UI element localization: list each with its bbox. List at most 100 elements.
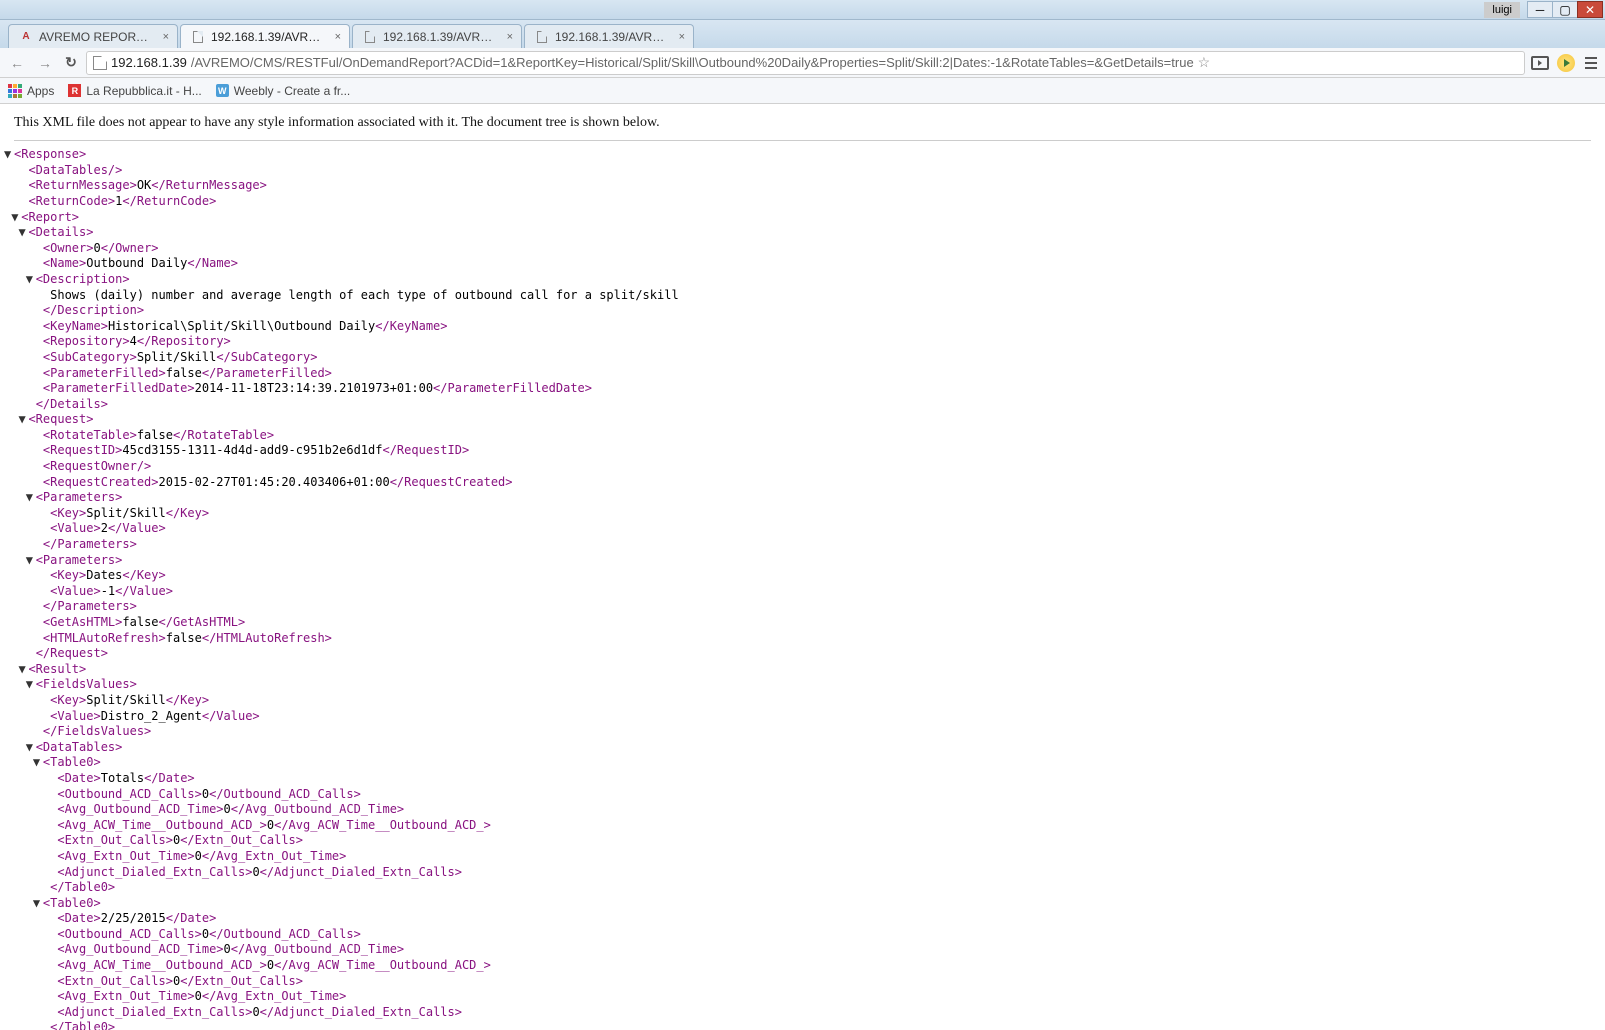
toggle-icon[interactable]: ▼ xyxy=(26,272,36,288)
xml-node: <ParameterFilled>false</ParameterFilled> xyxy=(14,366,1591,382)
xml-node: <Repository>4</Repository> xyxy=(14,334,1591,350)
bookmark-repubblica[interactable]: R La Repubblica.it - H... xyxy=(68,84,201,98)
user-badge: luigi xyxy=(1484,2,1520,18)
xml-node: ▼<Table0> xyxy=(14,755,1591,771)
toolbar-right xyxy=(1531,54,1599,72)
xml-node: </Parameters> xyxy=(14,599,1591,615)
tab-1[interactable]: 192.168.1.39/AVREMO/CM × xyxy=(180,24,350,48)
toggle-icon[interactable]: ▼ xyxy=(11,210,21,226)
favicon-r-icon: R xyxy=(68,84,81,97)
xml-node: ▼<Response> xyxy=(14,147,1591,163)
xml-node: <Adjunct_Dialed_Extn_Calls>0</Adjunct_Di… xyxy=(14,1005,1591,1021)
tab-close-icon[interactable]: × xyxy=(161,31,171,43)
xml-node: ▼<Table0> xyxy=(14,896,1591,912)
xml-node: <ReturnCode>1</ReturnCode> xyxy=(14,194,1591,210)
bookmark-star-icon[interactable]: ☆ xyxy=(1198,54,1211,71)
xml-node: <HTMLAutoRefresh>false</HTMLAutoRefresh> xyxy=(14,631,1591,647)
xml-node: ▼<Parameters> xyxy=(14,553,1591,569)
apps-label: Apps xyxy=(27,84,54,98)
xml-node: <Value>2</Value> xyxy=(14,521,1591,537)
xml-node: <SubCategory>Split/Skill</SubCategory> xyxy=(14,350,1591,366)
xml-node: <Date>Totals</Date> xyxy=(14,771,1591,787)
xml-node: <Extn_Out_Calls>0</Extn_Out_Calls> xyxy=(14,974,1591,990)
close-window-button[interactable]: ✕ xyxy=(1577,1,1603,18)
xml-node: <DataTables/> xyxy=(14,163,1591,179)
tab-title: 192.168.1.39/AVREMO/CM xyxy=(383,30,499,44)
tab-title: 192.168.1.39/AVREMO/CM xyxy=(555,30,671,44)
favicon-w-icon: W xyxy=(216,84,229,97)
toggle-icon[interactable]: ▼ xyxy=(18,662,28,678)
tab-close-icon[interactable]: × xyxy=(677,31,687,43)
xml-node: </Table0> xyxy=(14,880,1591,896)
tab-strip: A AVREMO REPORT EXPLOR × 192.168.1.39/AV… xyxy=(0,20,1605,48)
cast-icon[interactable] xyxy=(1531,56,1549,70)
xml-node: Shows (daily) number and average length … xyxy=(14,288,1591,304)
toggle-icon[interactable]: ▼ xyxy=(26,740,36,756)
xml-info-banner: This XML file does not appear to have an… xyxy=(14,114,1591,141)
favicon-doc-icon xyxy=(535,30,549,44)
xml-node: ▼<Result> xyxy=(14,662,1591,678)
xml-node: ▼<Description> xyxy=(14,272,1591,288)
toggle-icon[interactable]: ▼ xyxy=(26,677,36,693)
xml-node: </Table0> xyxy=(14,1020,1591,1030)
toggle-icon[interactable]: ▼ xyxy=(4,147,14,163)
tab-close-icon[interactable]: × xyxy=(505,31,515,43)
back-button[interactable]: ← xyxy=(6,52,28,74)
xml-node: </Details> xyxy=(14,397,1591,413)
tab-title: 192.168.1.39/AVREMO/CM xyxy=(211,30,327,44)
xml-node: <Avg_ACW_Time__Outbound_ACD_>0</Avg_ACW_… xyxy=(14,958,1591,974)
xml-node: ▼<FieldsValues> xyxy=(14,677,1591,693)
bookmark-label: Weebly - Create a fr... xyxy=(234,84,351,98)
forward-button[interactable]: → xyxy=(34,52,56,74)
tab-3[interactable]: 192.168.1.39/AVREMO/CM × xyxy=(524,24,694,48)
xml-node: <Date>2/25/2015</Date> xyxy=(14,911,1591,927)
toggle-icon[interactable]: ▼ xyxy=(26,553,36,569)
url-path: /AVREMO/CMS/RESTFul/OnDemandReport?ACDid… xyxy=(191,55,1194,70)
xml-node: <Outbound_ACD_Calls>0</Outbound_ACD_Call… xyxy=(14,787,1591,803)
page-content[interactable]: This XML file does not appear to have an… xyxy=(0,104,1605,1030)
minimize-button[interactable]: ─ xyxy=(1527,1,1553,18)
apps-icon xyxy=(8,84,22,98)
window-chrome: luigi ─ ▢ ✕ xyxy=(0,0,1605,20)
xml-node: <Avg_ACW_Time__Outbound_ACD_>0</Avg_ACW_… xyxy=(14,818,1591,834)
toolbar: ← → ↻ 192.168.1.39 /AVREMO/CMS/RESTFul/O… xyxy=(0,48,1605,78)
xml-node: <RequestID>45cd3155-1311-4d4d-add9-c951b… xyxy=(14,443,1591,459)
xml-node: <Name>Outbound Daily</Name> xyxy=(14,256,1591,272)
xml-node: <Value>Distro_2_Agent</Value> xyxy=(14,709,1591,725)
menu-icon[interactable] xyxy=(1583,55,1599,71)
xml-node: <Avg_Extn_Out_Time>0</Avg_Extn_Out_Time> xyxy=(14,849,1591,865)
xml-node: ▼<Report> xyxy=(14,210,1591,226)
xml-node: <Value>-1</Value> xyxy=(14,584,1591,600)
xml-node: <RequestCreated>2015-02-27T01:45:20.4034… xyxy=(14,475,1591,491)
favicon-a-icon: A xyxy=(19,30,33,44)
xml-node: <Avg_Outbound_ACD_Time>0</Avg_Outbound_A… xyxy=(14,802,1591,818)
url-bar[interactable]: 192.168.1.39 /AVREMO/CMS/RESTFul/OnDeman… xyxy=(86,51,1525,75)
xml-node: <Adjunct_Dialed_Extn_Calls>0</Adjunct_Di… xyxy=(14,865,1591,881)
xml-node: </FieldsValues> xyxy=(14,724,1591,740)
xml-node: <RotateTable>false</RotateTable> xyxy=(14,428,1591,444)
toggle-icon[interactable]: ▼ xyxy=(33,755,43,771)
toggle-icon[interactable]: ▼ xyxy=(26,490,36,506)
xml-node: <Outbound_ACD_Calls>0</Outbound_ACD_Call… xyxy=(14,927,1591,943)
xml-node: <KeyName>Historical\Split/Skill\Outbound… xyxy=(14,319,1591,335)
xml-node: <Extn_Out_Calls>0</Extn_Out_Calls> xyxy=(14,833,1591,849)
xml-node: <ParameterFilledDate>2014-11-18T23:14:39… xyxy=(14,381,1591,397)
xml-node: <GetAsHTML>false</GetAsHTML> xyxy=(14,615,1591,631)
xml-node: <Key>Split/Skill</Key> xyxy=(14,506,1591,522)
maximize-button[interactable]: ▢ xyxy=(1552,1,1578,18)
tab-close-icon[interactable]: × xyxy=(333,31,343,43)
toggle-icon[interactable]: ▼ xyxy=(18,225,28,241)
xml-node: ▼<DataTables> xyxy=(14,740,1591,756)
tab-2[interactable]: 192.168.1.39/AVREMO/CM × xyxy=(352,24,522,48)
toggle-icon[interactable]: ▼ xyxy=(33,896,43,912)
toggle-icon[interactable]: ▼ xyxy=(18,412,28,428)
tab-0[interactable]: A AVREMO REPORT EXPLOR × xyxy=(8,24,178,48)
reload-button[interactable]: ↻ xyxy=(62,54,80,72)
bookmark-weebly[interactable]: W Weebly - Create a fr... xyxy=(216,84,351,98)
xml-node: ▼<Parameters> xyxy=(14,490,1591,506)
favicon-doc-icon xyxy=(191,30,205,44)
favicon-doc-icon xyxy=(363,30,377,44)
apps-button[interactable]: Apps xyxy=(8,84,54,98)
extension-play-icon[interactable] xyxy=(1557,54,1575,72)
url-host: 192.168.1.39 xyxy=(111,55,187,70)
